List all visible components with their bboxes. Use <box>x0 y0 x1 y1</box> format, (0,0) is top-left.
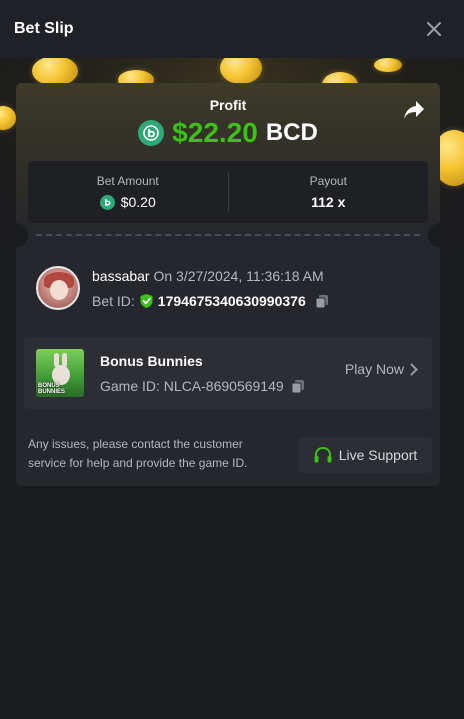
payout-stat: Payout 112 x <box>229 174 429 210</box>
bcd-coin-icon <box>99 194 115 210</box>
bcd-coin-icon <box>138 120 165 146</box>
bet-id-value: 1794675340630990376 <box>157 293 306 309</box>
game-thumb-label: BONUS BUNNIES <box>38 383 66 395</box>
bet-amount-label: Bet Amount <box>96 174 159 188</box>
bet-amount-value-row: $0.20 <box>99 194 156 210</box>
game-id: Game ID: NLCA-8690569149 <box>100 378 284 394</box>
bet-stats: Bet Amount $0.20 Payout 112 x <box>28 161 428 223</box>
coin-decoration <box>0 106 16 130</box>
user-line: bassabar On 3/27/2024, 11:36:18 AM <box>92 268 324 284</box>
ticket-perforation <box>16 223 440 247</box>
dashed-divider <box>36 234 420 236</box>
shield-check-icon <box>140 294 153 308</box>
bet-user-info: bassabar On 3/27/2024, 11:36:18 AM Bet I… <box>36 266 426 312</box>
username[interactable]: bassabar <box>92 268 150 284</box>
bet-amount-value: $0.20 <box>120 194 156 210</box>
close-button[interactable] <box>418 13 450 45</box>
profit-amount-row: $22.20 BCD <box>16 117 440 149</box>
copy-game-id-button[interactable] <box>290 378 306 394</box>
bet-id-line: Bet ID: 1794675340630990376 <box>92 293 330 309</box>
live-support-button[interactable]: Live Support <box>298 437 432 473</box>
coin-decoration <box>32 58 78 86</box>
coin-decoration <box>374 58 402 72</box>
copy-icon <box>315 294 328 308</box>
game-name: Bonus Bunnies <box>100 353 203 369</box>
bet-timestamp: On 3/27/2024, 11:36:18 AM <box>153 268 324 284</box>
copy-bet-id-button[interactable] <box>314 293 330 309</box>
avatar-face <box>50 280 68 300</box>
bunny-body <box>52 365 70 385</box>
profit-label: Profit <box>209 97 247 113</box>
avatar[interactable] <box>36 266 80 310</box>
close-icon <box>427 22 441 36</box>
support-message: Any issues, please contact the customer … <box>28 437 248 470</box>
game-id-line: Game ID: NLCA-8690569149 <box>100 378 306 394</box>
payout-value: 112 x <box>311 194 346 210</box>
modal-title: Bet Slip <box>14 20 74 37</box>
profit-amount: $22.20 <box>172 117 258 148</box>
game-thumbnail[interactable]: BONUS BUNNIES <box>36 349 84 397</box>
live-support-label: Live Support <box>338 447 418 463</box>
payout-label: Payout <box>309 174 347 188</box>
ticket-notch-right <box>428 223 440 247</box>
game-info-row: BONUS BUNNIES Bonus Bunnies Game ID: NLCA… <box>24 337 432 409</box>
modal-header: Bet Slip <box>0 0 464 58</box>
headset-icon <box>314 446 332 463</box>
bet-id-label: Bet ID: <box>92 293 135 309</box>
profit-currency: BCD <box>265 119 318 146</box>
ticket-notch-left <box>16 223 28 247</box>
copy-icon <box>291 379 304 393</box>
bet-slip-card: Profit $22.20 BCD Bet Amount $0.20 Payou… <box>16 83 440 486</box>
play-now-label: Play Now <box>344 361 404 377</box>
bet-amount-stat: Bet Amount $0.20 <box>28 174 228 210</box>
play-now-button[interactable]: Play Now <box>345 361 418 377</box>
coin-decoration <box>220 58 262 84</box>
chevron-right-icon <box>410 363 418 375</box>
bet-slip-modal: Bet Slip Profit $22.20 BCD Bet Amount $0… <box>0 0 464 719</box>
